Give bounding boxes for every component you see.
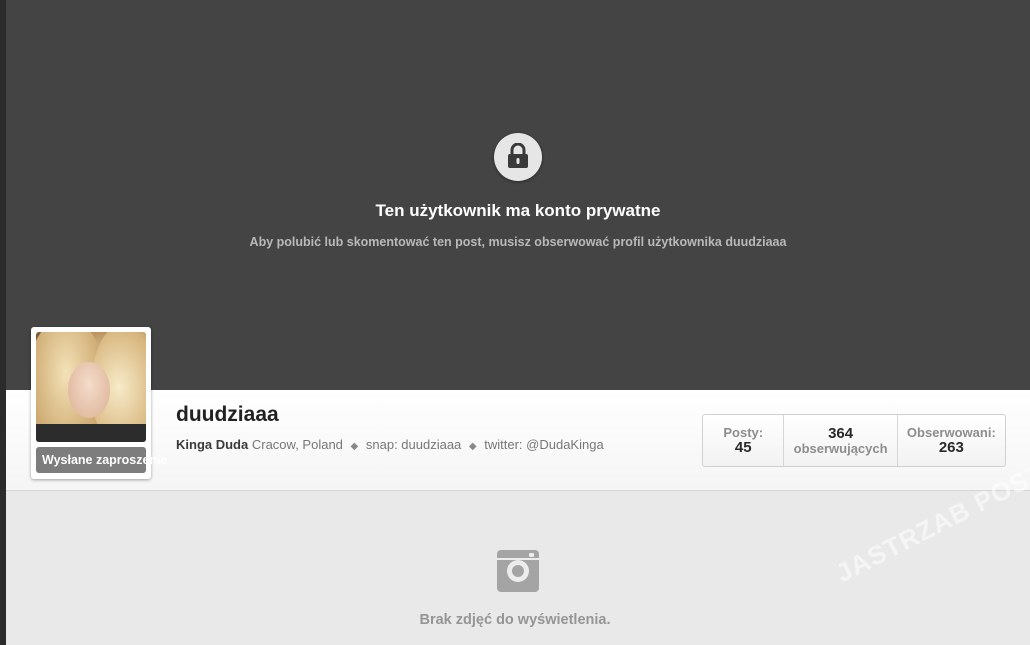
avatar-card: Wysłane zaproszenie — [31, 327, 168, 479]
follow-request-sent-button[interactable]: Wysłane zaproszenie — [36, 447, 168, 473]
stat-following-value: 263 — [938, 438, 964, 456]
bio-separator: ◆ — [350, 441, 359, 452]
lock-icon — [494, 133, 542, 181]
stat-followers[interactable]: 364 obserwujących — [783, 415, 896, 466]
stat-following-label: Obserwowani: — [906, 424, 996, 440]
profile-full-name: Kinga Duda — [176, 437, 249, 452]
banner-subtitle: Aby polubić lub skomentować ten post, mu… — [249, 235, 787, 249]
profile-bio: Kinga Duda Cracow, Poland ◆ snap: duudzi… — [176, 437, 604, 452]
stat-posts-label: Posty: — [723, 424, 764, 440]
camera-icon — [497, 550, 539, 592]
bio-twitter: twitter: @DudaKinga — [484, 437, 604, 452]
bio-snap: snap: duudziaaa — [365, 437, 462, 452]
profile-username[interactable]: duudziaaa — [176, 403, 279, 427]
stat-posts-value: 45 — [734, 438, 752, 456]
avatar[interactable] — [36, 332, 146, 442]
banner-title: Ten użytkownik ma konto prywatne — [375, 201, 661, 220]
empty-state-text: Brak zdjęć do wyświetlenia. — [419, 612, 611, 628]
profile-stats: Posty: 45 364 obserwujących Obserwowani:… — [702, 414, 1006, 467]
bio-location: Cracow, Poland — [251, 437, 343, 452]
stat-posts[interactable]: Posty: 45 — [703, 415, 783, 466]
private-account-banner: Ten użytkownik ma konto prywatne Aby pol… — [6, 0, 1030, 390]
stat-followers-value: 364 — [828, 424, 854, 442]
stat-following[interactable]: Obserwowani: 263 — [896, 415, 1005, 466]
stat-followers-label: obserwujących — [793, 440, 888, 456]
bio-separator: ◆ — [468, 441, 477, 452]
